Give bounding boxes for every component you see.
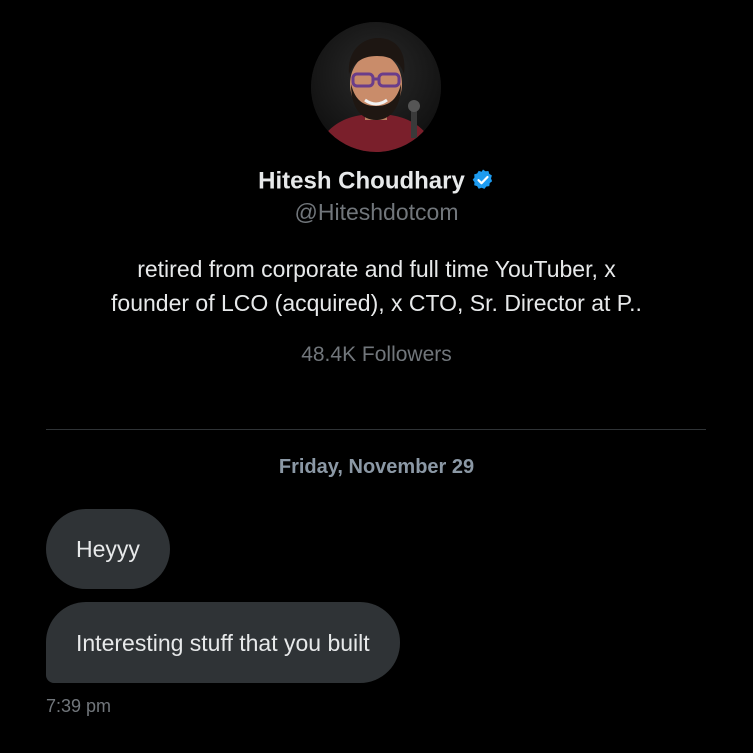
profile-bio: retired from corporate and full time You… [60, 252, 693, 320]
followers-count[interactable]: 48.4K Followers [0, 340, 753, 370]
divider [46, 429, 706, 430]
profile-handle[interactable]: @Hiteshdotcom [0, 197, 753, 227]
bio-line: retired from corporate and full time You… [137, 256, 616, 282]
bio-line: founder of LCO (acquired), x CTO, Sr. Di… [111, 290, 642, 316]
profile-name[interactable]: Hitesh Choudhary [258, 168, 465, 195]
avatar[interactable] [311, 22, 441, 152]
message-bubble[interactable]: Heyyy [46, 509, 170, 589]
message-timestamp: 7:39 pm [46, 696, 112, 716]
profile-photo-icon [311, 22, 441, 152]
date-separator: Friday, November 29 [278, 456, 475, 478]
dm-conversation-view: Hitesh Choudhary @Hiteshdotcom retired f… [0, 0, 753, 753]
message-bubble[interactable]: Interesting stuff that you built [46, 602, 400, 683]
profile-name-row: Hitesh Choudhary [0, 165, 753, 198]
verified-badge-icon [471, 168, 495, 192]
message-text: Heyyy [76, 536, 140, 562]
message-text: Interesting stuff that you built [76, 629, 370, 656]
